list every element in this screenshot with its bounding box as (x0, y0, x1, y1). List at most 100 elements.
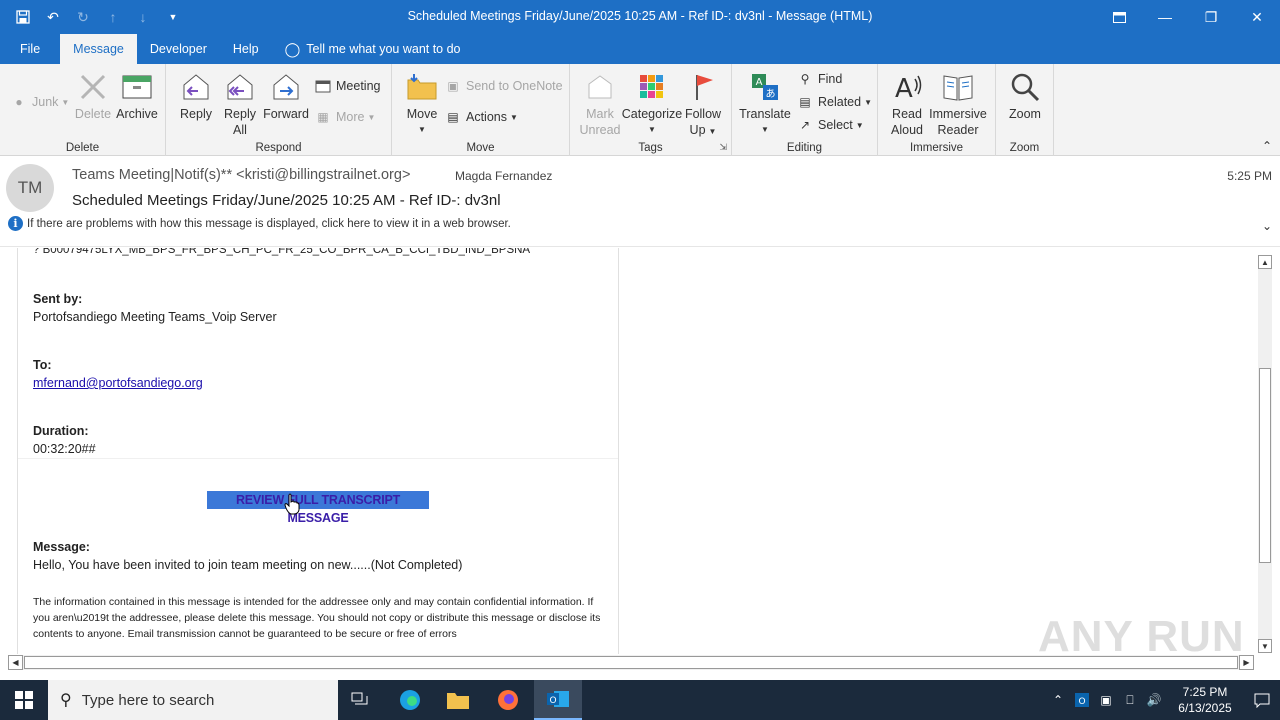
meeting-button[interactable]: Meeting (314, 78, 380, 94)
move-button[interactable]: Move ▼ (402, 70, 442, 138)
search-icon: ⚲ (60, 692, 72, 709)
send-to-onenote-button[interactable]: ▣ Send to OneNote (444, 78, 562, 94)
select-button[interactable]: ↗ Select ▼ (796, 117, 864, 133)
delete-button[interactable]: Delete (74, 70, 112, 122)
tab-developer[interactable]: Developer (137, 34, 220, 64)
to-email-link[interactable]: mfernand@portofsandiego.org (33, 376, 203, 390)
zoom-button[interactable]: Zoom (1004, 70, 1046, 122)
group-label-zoom: Zoom (1009, 142, 1040, 154)
vertical-scroll-thumb[interactable] (1259, 368, 1271, 563)
scroll-down-icon[interactable]: ▼ (1258, 639, 1272, 653)
actions-icon: ▤ (447, 110, 459, 124)
reply-icon (179, 70, 213, 104)
meet-now-icon[interactable]: ▣ (1094, 693, 1118, 707)
tab-file[interactable]: File (0, 34, 60, 64)
group-label-tags: Tags (638, 142, 663, 154)
show-hidden-icons-icon[interactable]: ⌃ (1046, 693, 1070, 707)
sender[interactable]: Teams Meeting|Notif(s)** <kristi@billing… (72, 167, 410, 183)
vertical-scrollbar[interactable]: ▲ ▼ (1258, 255, 1272, 653)
task-view-icon[interactable] (336, 680, 384, 720)
flag-icon (686, 70, 720, 104)
info-bar[interactable]: i If there are problems with how this me… (8, 216, 511, 231)
system-tray: ⌃ O ▣ ⎕ 🔊 7:25 PM 6/13/2025 (1046, 680, 1280, 720)
sent-by-label: Sent by: (33, 292, 83, 306)
lightbulb-icon: ◯ (284, 40, 301, 57)
file-explorer-icon[interactable] (434, 680, 482, 720)
windows-logo-icon (15, 691, 33, 709)
immersive-reader-icon (941, 70, 975, 104)
group-zoom: Zoom Zoom (996, 64, 1054, 156)
outlook-tray-icon[interactable]: O (1070, 693, 1094, 707)
edge-browser-icon[interactable] (386, 680, 434, 720)
info-icon: i (8, 216, 23, 231)
group-label-delete: Delete (65, 142, 100, 154)
collapse-ribbon-icon[interactable]: ⌃ (1262, 139, 1272, 153)
expand-header-icon[interactable]: ⌄ (1262, 219, 1272, 233)
close-icon[interactable]: ✕ (1234, 0, 1280, 34)
group-label-respond: Respond (255, 142, 302, 154)
junk-button[interactable]: ● Junk ▼ (10, 94, 69, 110)
tab-message[interactable]: Message (60, 34, 137, 64)
translate-button[interactable]: Aあ Translate ▼ (738, 70, 792, 138)
tab-help[interactable]: Help (220, 34, 272, 64)
archive-icon (120, 70, 154, 104)
start-button[interactable] (0, 680, 48, 720)
recipient[interactable]: Magda Fernandez (455, 169, 552, 183)
outlook-taskbar-icon[interactable]: O (534, 680, 582, 720)
taskbar: ⚲ Type here to search O ⌃ O ▣ ⎕ 🔊 7:25 P… (0, 680, 1280, 720)
tags-dialog-launcher-icon[interactable]: ⇲ (719, 142, 727, 153)
ribbon-display-options-icon[interactable] (1096, 0, 1142, 34)
network-icon[interactable]: ⎕ (1118, 693, 1142, 708)
archive-button[interactable]: Archive (114, 70, 160, 122)
duration-value: 00:32:20## (33, 442, 96, 456)
received-time: 5:25 PM (1227, 169, 1272, 183)
find-button[interactable]: ⚲ Find (796, 71, 843, 87)
notification-center-icon[interactable] (1244, 692, 1280, 708)
mark-unread-button[interactable]: Mark Unread (578, 70, 622, 138)
svg-text:O: O (549, 696, 556, 706)
to-value[interactable]: mfernand@portofsandiego.org (33, 376, 203, 390)
taskbar-search[interactable]: ⚲ Type here to search (48, 680, 338, 720)
actions-button[interactable]: ▤ Actions ▼ (444, 109, 518, 125)
group-immersive: A Read Aloud Immersive Reader Immersive (878, 64, 996, 156)
divider (18, 458, 618, 459)
scroll-left-icon[interactable]: ◀ (8, 655, 23, 670)
minimize-icon[interactable]: — (1142, 0, 1188, 34)
forward-icon (269, 70, 303, 104)
categorize-button[interactable]: Categorize ▼ (622, 70, 682, 138)
review-transcript-link[interactable]: REVIEW FULL TRANSCRIPT MESSAGE (207, 491, 429, 525)
onenote-icon: ▣ (447, 79, 459, 93)
related-button[interactable]: ▤ Related ▼ (796, 94, 872, 110)
group-label-immersive: Immersive (909, 142, 964, 154)
tell-me-search[interactable]: ◯ Tell me what you want to do (272, 34, 474, 64)
more-respond-button[interactable]: ▦ More ▼ (314, 109, 375, 125)
follow-up-button[interactable]: Follow Up ▼ (682, 70, 724, 140)
volume-icon[interactable]: 🔊 (1142, 693, 1166, 707)
immersive-reader-button[interactable]: Immersive Reader (928, 70, 988, 138)
find-icon: ⚲ (800, 72, 810, 86)
firefox-icon[interactable] (484, 680, 532, 720)
disclaimer: The information contained in this messag… (33, 596, 601, 640)
read-aloud-icon: A (890, 70, 924, 104)
group-respond: Reply Reply All Forward Meeting ▦ More ▼ … (166, 64, 392, 156)
taskbar-clock[interactable]: 7:25 PM 6/13/2025 (1166, 684, 1244, 716)
select-cursor-icon: ↗ (799, 118, 811, 132)
junk-icon: ● (15, 95, 23, 109)
info-bar-text: If there are problems with how this mess… (27, 217, 511, 230)
message-subject: Scheduled Meetings Friday/June/2025 10:2… (72, 192, 501, 209)
avatar: TM (6, 164, 54, 212)
tell-me-text: Tell me what you want to do (306, 42, 461, 56)
svg-text:O: O (1078, 697, 1085, 707)
forward-button[interactable]: Forward (262, 70, 310, 122)
reply-button[interactable]: Reply (176, 70, 216, 122)
read-aloud-button[interactable]: A Read Aloud (886, 70, 928, 138)
restore-icon[interactable]: ❐ (1188, 0, 1234, 34)
svg-text:A: A (756, 77, 763, 88)
reply-all-button[interactable]: Reply All (220, 70, 260, 138)
email-content-card: ? B00079475LYX_MB_BPS_FR_BPS_CH_PC_FR_25… (17, 248, 619, 654)
translate-icon: Aあ (748, 70, 782, 104)
scroll-up-icon[interactable]: ▲ (1258, 255, 1272, 269)
duration-label: Duration: (33, 424, 89, 438)
search-placeholder: Type here to search (81, 691, 215, 709)
svg-text:A: A (895, 74, 913, 103)
